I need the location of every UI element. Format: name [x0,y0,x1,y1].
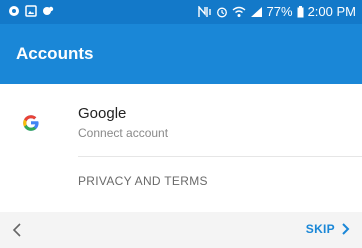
bottom-navigation-bar: SKIP [0,212,362,248]
nfc-icon [197,6,211,17]
account-name: Google [78,105,127,122]
signal-icon [250,7,262,17]
battery-percent: 77% [266,4,293,19]
battery-icon [297,6,304,18]
status-bar: 77% 2:00 PM [0,0,362,24]
page-title: Accounts [16,44,94,63]
connect-account-label: Connect account [78,126,169,140]
status-bar-system: 77% 2:00 PM [197,4,356,20]
google-icon [23,115,39,131]
app-icon [43,6,54,15]
divider [78,156,362,157]
status-bar-notifications [8,5,54,17]
privacy-and-terms-link[interactable]: PRIVACY AND TERMS [78,174,208,188]
skip-label: SKIP [305,222,335,236]
alarm-icon [216,7,227,18]
account-item-google[interactable]: Google Connect account [0,96,362,150]
wifi-icon [232,6,245,17]
chevron-left-icon[interactable] [10,221,26,239]
status-time: 2:00 PM [307,4,356,19]
app-bar: Accounts [0,24,362,84]
gallery-icon [25,5,37,17]
skip-button[interactable]: SKIP [306,222,350,236]
notification-dot-icon [9,6,19,16]
chevron-right-icon [342,223,350,235]
